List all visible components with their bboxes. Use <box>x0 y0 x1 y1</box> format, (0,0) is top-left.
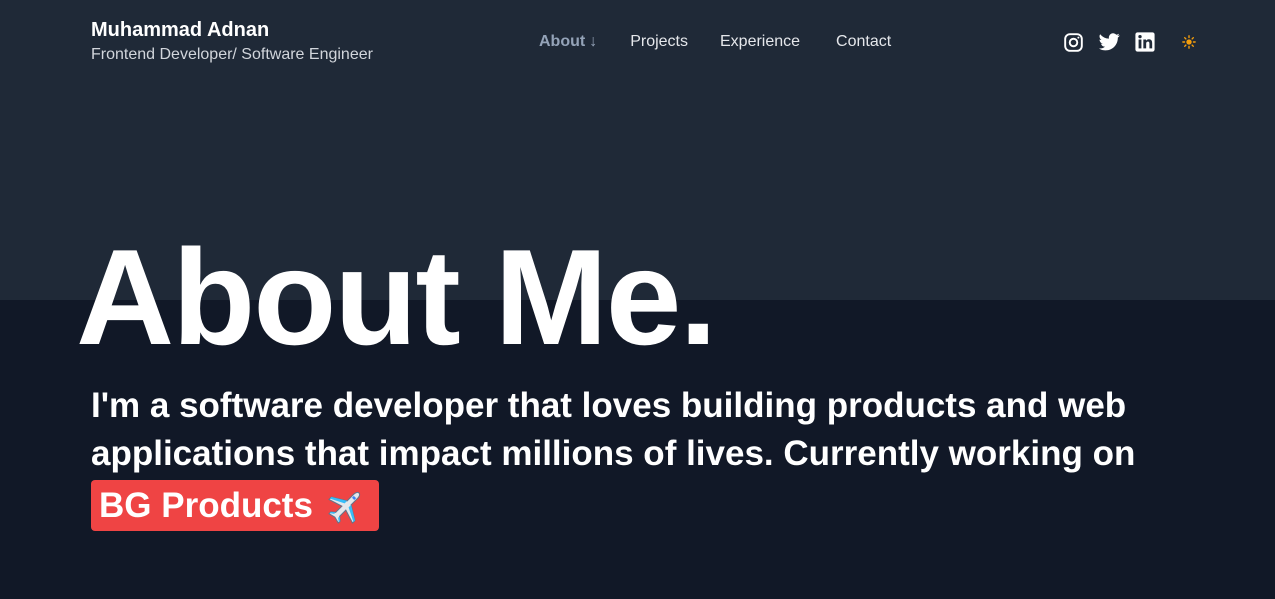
nav-projects-link[interactable]: Projects <box>630 31 688 53</box>
company-badge[interactable]: BG Products <box>91 480 379 531</box>
twitter-icon[interactable] <box>1098 31 1120 53</box>
sun-icon[interactable] <box>1180 31 1198 53</box>
hero-description: I'm a software developer that loves buil… <box>91 382 1211 531</box>
instagram-icon[interactable] <box>1062 31 1084 53</box>
nav-about-label: About <box>539 33 586 50</box>
hero-title: About Me. <box>76 221 717 373</box>
hero-line-2: applications that impact millions of liv… <box>91 434 1136 473</box>
down-arrow-icon: ↓ <box>589 33 598 50</box>
page: Muhammad Adnan Frontend Developer/ Softw… <box>0 0 1275 599</box>
nav-about-link[interactable]: About ↓ <box>539 31 597 53</box>
site-header: Muhammad Adnan Frontend Developer/ Softw… <box>0 0 1275 86</box>
nav-experience-link[interactable]: Experience <box>720 31 800 53</box>
brand-name: Muhammad Adnan <box>91 19 270 41</box>
main-nav: About ↓ Projects Experience Contact <box>539 31 891 53</box>
company-name: BG Products <box>99 485 313 525</box>
brand[interactable]: Muhammad Adnan Frontend Developer/ Softw… <box>91 18 373 65</box>
brand-role: Frontend Developer/ Software Engineer <box>91 46 373 63</box>
airplane-icon <box>325 485 367 527</box>
linkedin-icon[interactable] <box>1134 31 1156 53</box>
social-links <box>1062 31 1198 53</box>
nav-contact-link[interactable]: Contact <box>836 31 891 53</box>
hero-line-1: I'm a software developer that loves buil… <box>91 386 1127 425</box>
